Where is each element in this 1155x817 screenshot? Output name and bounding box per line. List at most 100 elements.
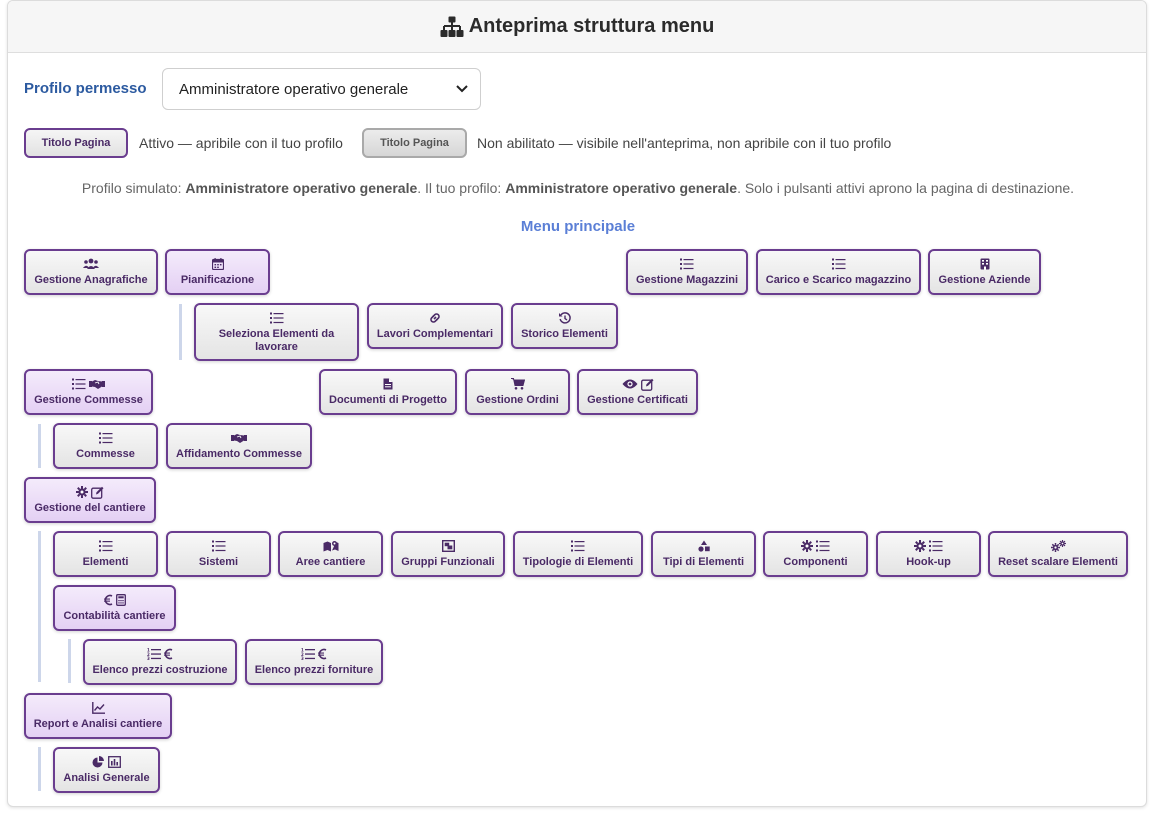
menu-label-line2: lavorare: [255, 340, 298, 353]
link-icon: [428, 311, 442, 325]
menu-commesse[interactable]: Commesse: [53, 423, 158, 469]
menu-label: Carico e Scarico magazzino: [765, 274, 912, 286]
menu-preview-card: Anteprima struttura menu Profilo permess…: [7, 0, 1147, 807]
menu-label: Tipologie di Elementi: [522, 556, 634, 568]
gears-icon: [1051, 540, 1066, 552]
users-icon: [83, 258, 99, 270]
list-icon: [270, 312, 284, 324]
info-suffix: . Solo i pulsanti attivi aprono la pagin…: [737, 180, 1075, 196]
menu-gestione-ordini[interactable]: Gestione Ordini: [465, 369, 570, 415]
euro-icon: [318, 648, 327, 660]
gear-icon: [76, 486, 88, 498]
menu-seleziona-elementi[interactable]: Seleziona Elementi da lavorare: [194, 303, 359, 361]
menu-label: Storico Elementi: [521, 328, 608, 340]
menu-documenti-progetto[interactable]: Documenti di Progetto: [319, 369, 457, 415]
chart-line-icon: [92, 702, 105, 714]
menu-tipi-elementi[interactable]: Tipi di Elementi: [651, 531, 756, 577]
menu-label: Elenco prezzi costruzione: [92, 664, 228, 676]
menu-label: Seleziona Elementi da: [218, 327, 335, 340]
menu-elementi[interactable]: Elementi: [53, 531, 158, 577]
menu-label: Contabilità cantiere: [63, 610, 166, 622]
ordered-list-icon: [147, 648, 161, 660]
info-prefix: Profilo simulato:: [81, 180, 186, 196]
map-location-icon: [323, 540, 339, 552]
menu-label: Gestione Anagrafiche: [34, 274, 148, 286]
menu-carico-scarico[interactable]: Carico e Scarico magazzino: [756, 249, 921, 295]
tree-connector: [38, 531, 41, 682]
tree-connector: [179, 304, 182, 360]
menu-label: Gestione Ordini: [476, 394, 559, 406]
building-icon: [980, 258, 990, 270]
menu-tipologie-elementi[interactable]: Tipologie di Elementi: [513, 531, 643, 577]
list-icon: [929, 540, 943, 552]
legend-active-text: Attivo — apribile con il tuo profilo: [139, 135, 343, 151]
page-title: Anteprima struttura menu: [468, 15, 715, 37]
cart-icon: [511, 378, 525, 390]
gear-icon: [914, 540, 926, 552]
menu-label: Pianificazione: [180, 274, 255, 286]
list-icon: [680, 258, 694, 270]
menu-aree-cantiere[interactable]: Aree cantiere: [278, 531, 383, 577]
menu-label: Commesse: [76, 448, 135, 460]
profile-select[interactable]: Amministratore operativo generale: [162, 68, 481, 110]
menu-pianificazione[interactable]: Pianificazione: [165, 249, 270, 295]
ordered-list-icon: [301, 648, 315, 660]
edit-icon: [641, 378, 654, 391]
menu-label: Aree cantiere: [295, 556, 366, 568]
tree-connector: [38, 424, 41, 468]
sitemap-icon: [440, 16, 464, 37]
menu-elenco-prezzi-costruzione[interactable]: Elenco prezzi costruzione: [83, 639, 237, 685]
menu-gestione-anagrafiche[interactable]: Gestione Anagrafiche: [24, 249, 158, 295]
euro-icon: [164, 648, 173, 660]
legend-disabled-text: Non abilitato — visibile nell'anteprima,…: [477, 135, 892, 151]
menu-report-analisi[interactable]: Report e Analisi cantiere: [24, 693, 172, 739]
legend-active-sample: Titolo Pagina: [24, 128, 128, 158]
menu-gestione-certificati[interactable]: Gestione Certificati: [577, 369, 698, 415]
menu-componenti[interactable]: Componenti: [763, 531, 868, 577]
menu-label: Reset scalare Elementi: [998, 556, 1118, 568]
list-icon: [72, 378, 86, 390]
menu-gestione-aziende[interactable]: Gestione Aziende: [928, 249, 1041, 295]
menu-gestione-magazzini[interactable]: Gestione Magazzini: [626, 249, 748, 295]
tree-connector: [38, 747, 41, 791]
menu-gestione-cantiere[interactable]: Gestione del cantiere: [24, 477, 156, 523]
card-header: Anteprima struttura menu: [8, 1, 1146, 53]
gear-icon: [801, 540, 813, 552]
menu-label: Gestione Aziende: [938, 274, 1031, 286]
menu-label: Hook-up: [906, 556, 951, 568]
profile-label: Profilo permesso: [24, 80, 147, 97]
menu-label: Report e Analisi cantiere: [33, 718, 163, 730]
menu-elenco-prezzi-forniture[interactable]: Elenco prezzi forniture: [245, 639, 383, 685]
menu-label: Analisi Generale: [63, 772, 150, 784]
calculator-icon: [116, 594, 126, 606]
menu-label: Gestione Commesse: [34, 394, 143, 406]
menu-gestione-commesse[interactable]: Gestione Commesse: [24, 369, 153, 415]
menu-gruppi-funzionali[interactable]: Gruppi Funzionali: [391, 531, 505, 577]
list-icon: [99, 540, 113, 552]
handshake-icon: [231, 432, 247, 444]
chart-pie-icon: [92, 756, 105, 768]
info-middle: . Il tuo profilo:: [417, 180, 506, 196]
menu-contabilita-cantiere[interactable]: Contabilità cantiere: [53, 585, 176, 631]
menu-sistemi[interactable]: Sistemi: [166, 531, 271, 577]
menu-hook-up[interactable]: Hook-up: [876, 531, 981, 577]
menu-label: Gestione del cantiere: [34, 502, 146, 514]
menu-label: Tipi di Elementi: [662, 556, 745, 568]
menu-affidamento-commesse[interactable]: Affidamento Commesse: [166, 423, 312, 469]
chevron-down-icon: [456, 85, 468, 93]
handshake-icon: [89, 378, 105, 390]
menu-storico-elementi[interactable]: Storico Elementi: [511, 303, 618, 349]
menu-label: Elenco prezzi forniture: [254, 664, 374, 676]
menu-label: Gestione Certificati: [587, 394, 688, 406]
menu-lavori-complementari[interactable]: Lavori Complementari: [367, 303, 503, 349]
menu-label: Affidamento Commesse: [176, 448, 302, 460]
menu-analisi-generale[interactable]: Analisi Generale: [53, 747, 160, 793]
menu-reset-scalare[interactable]: Reset scalare Elementi: [988, 531, 1128, 577]
edit-icon: [91, 486, 104, 499]
file-icon: [383, 378, 393, 390]
shapes-icon: [698, 540, 710, 552]
menu-label: Lavori Complementari: [376, 328, 494, 340]
profile-select-value: Amministratore operativo generale: [179, 80, 409, 98]
legend-disabled-sample: Titolo Pagina: [362, 128, 467, 158]
list-icon: [571, 540, 585, 552]
